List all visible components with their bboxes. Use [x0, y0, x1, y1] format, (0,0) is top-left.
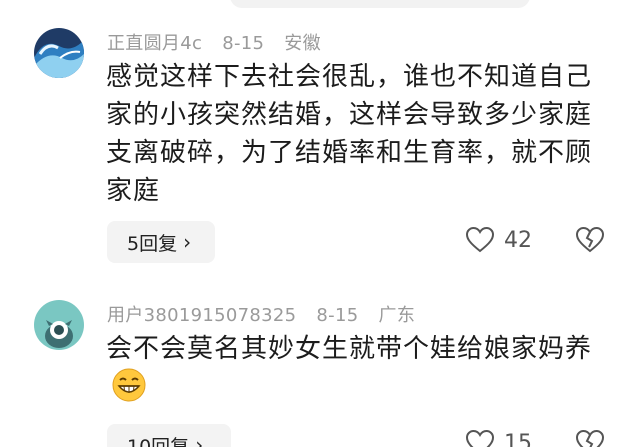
broken-heart-icon — [575, 429, 605, 447]
replies-button[interactable]: 5回复 › — [107, 221, 215, 263]
chevron-right-icon: › — [183, 230, 192, 254]
like-button[interactable]: 42 — [466, 227, 532, 253]
like-count: 15 — [504, 430, 532, 447]
dislike-button[interactable] — [575, 429, 605, 447]
heart-icon — [466, 227, 494, 253]
comment-meta: 用户3801915078325 8-15 广东 — [107, 301, 429, 327]
comment-date: 8-15 — [222, 33, 265, 54]
replies-label: 10回复 — [127, 435, 190, 447]
username[interactable]: 正直圆月4c — [107, 33, 202, 54]
username[interactable]: 用户3801915078325 — [107, 305, 296, 326]
like-button[interactable]: 15 — [466, 430, 532, 447]
comment-text: 会不会莫名其妙女生就带个娃给娘家妈养 — [106, 330, 606, 413]
replies-label: 5回复 — [127, 232, 178, 255]
top-input-bar[interactable] — [230, 0, 530, 8]
comment-list: 正直圆月4c 8-15 安徽 感觉这样下去社会很乱，谁也不知道自己家的小孩突然结… — [0, 0, 640, 447]
comment-location: 安徽 — [284, 33, 321, 54]
grinning-emoji-icon — [112, 368, 146, 413]
dislike-button[interactable] — [575, 226, 605, 257]
comment-text-content: 会不会莫名其妙女生就带个娃给娘家妈养 — [106, 334, 593, 364]
heart-icon — [466, 430, 494, 447]
comment-text: 感觉这样下去社会很乱，谁也不知道自己家的小孩突然结婚，这样会导致多少家庭支离破碎… — [106, 62, 593, 206]
comment-location: 广东 — [378, 305, 416, 326]
chevron-right-icon: › — [195, 433, 204, 447]
like-count: 42 — [504, 227, 532, 253]
user-avatar[interactable] — [34, 300, 84, 350]
replies-button[interactable]: 10回复 › — [107, 424, 231, 447]
comment-date: 8-15 — [316, 305, 359, 326]
comment-meta: 正直圆月4c 8-15 安徽 — [107, 29, 335, 55]
user-avatar[interactable] — [34, 28, 84, 78]
wave-avatar-icon — [34, 28, 84, 78]
broken-heart-icon — [575, 226, 605, 253]
default-avatar-icon — [34, 300, 84, 350]
